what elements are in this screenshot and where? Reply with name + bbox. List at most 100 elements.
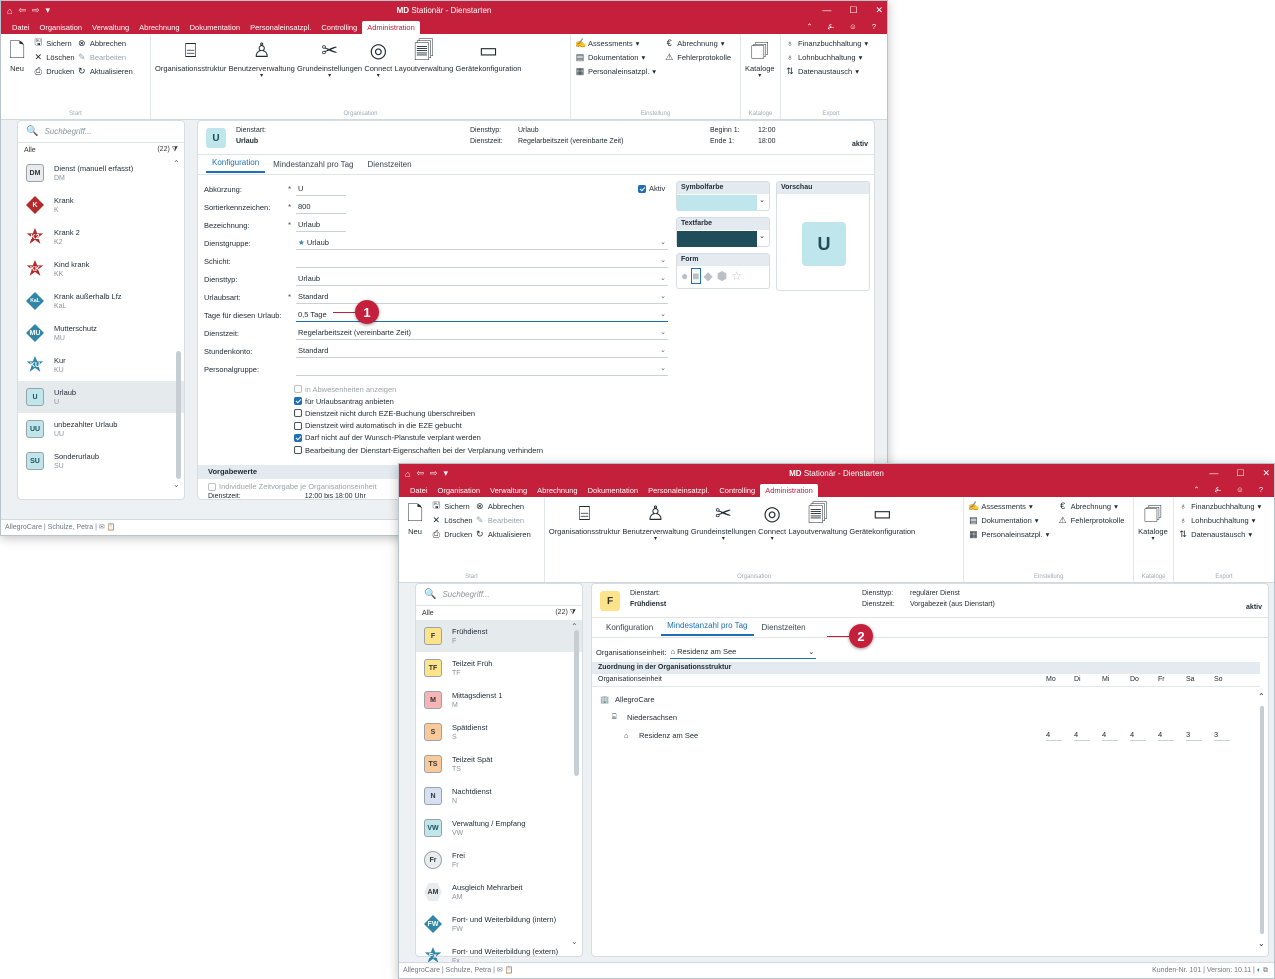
option-checkbox[interactable]: in Abwesenheiten anzeigen <box>294 383 396 395</box>
minimize-icon[interactable]: — <box>822 1 831 20</box>
scroll-up-icon[interactable]: ⌃ <box>1258 692 1265 701</box>
org-structure-button[interactable]: ⌸ Organisationsstruktur <box>155 36 226 73</box>
chevron-down-icon[interactable]: ⌄ <box>759 232 765 240</box>
cancel-button[interactable]: ⊗ Abbrechen <box>475 499 531 513</box>
list-item[interactable]: K Krank K <box>18 189 184 221</box>
notifications-icon[interactable]: ⍼ <box>823 20 840 33</box>
sync-icon[interactable]: ◐ <box>1257 967 1261 974</box>
list-item[interactable]: M Mittagsdienst 1 M <box>416 684 582 716</box>
edit-button[interactable]: ✎ Bearbeiten <box>77 50 133 64</box>
tab-dienstzeiten[interactable]: Dienstzeiten <box>756 620 812 636</box>
menu-abrechnung[interactable]: Abrechnung <box>134 21 184 34</box>
menu-personaleinsatzpl[interactable]: Personaleinsatzpl. <box>643 484 714 497</box>
print-button[interactable]: ⎙ Drucken <box>431 527 473 541</box>
count-input[interactable]: 4 <box>1158 729 1174 741</box>
option-checkbox[interactable]: Darf nicht auf der Wunsch-Planstufe verp… <box>294 432 481 444</box>
mail-icon[interactable]: ✉ <box>497 967 503 974</box>
help-icon[interactable]: ? <box>867 20 881 33</box>
data-exchange-button[interactable]: ⇅ Datenaustausch ▾ <box>785 64 877 78</box>
collapse-ribbon-icon[interactable]: ⌃ <box>1188 483 1204 496</box>
shape-diamond-icon[interactable]: ◆ <box>704 269 713 283</box>
error-log-button[interactable]: ⚠ Fehlerprotokolle <box>1058 513 1125 527</box>
documentation-button[interactable]: ▤ Dokumentation ▾ <box>968 513 1049 527</box>
menu-datei[interactable]: Datei <box>7 21 35 34</box>
layout-button[interactable]: 🗐 Layoutverwaltung <box>395 36 454 73</box>
menu-verwaltung[interactable]: Verwaltung <box>485 484 532 497</box>
staffing-button[interactable]: ▦ Personaleinsatzpl. ▾ <box>575 64 656 78</box>
list-item[interactable]: KaL Krank außerhalb Lfz KaL <box>18 285 184 317</box>
filter-icon[interactable]: ⧩ <box>172 146 178 153</box>
documentation-button[interactable]: ▤ Dokumentation ▾ <box>575 50 656 64</box>
stundenkonto-select[interactable]: Standard ⌄ <box>296 344 668 358</box>
notifications-icon[interactable]: ⍼ <box>1210 483 1227 496</box>
count-input[interactable]: 3 <box>1214 729 1230 741</box>
list-item[interactable]: TS Teilzeit Spät TS <box>416 748 582 780</box>
catalogs-button[interactable]: 🗇 Kataloge ▾ <box>745 36 775 80</box>
edit-button[interactable]: ✎ Bearbeiten <box>475 513 531 527</box>
billing-button[interactable]: € Abrechnung ▾ <box>664 36 731 50</box>
new-button[interactable]: 🗋 Neu <box>5 36 29 73</box>
abkuerzung-field[interactable]: U <box>296 182 346 196</box>
scroll-down-icon[interactable]: ⌄ <box>1258 939 1265 948</box>
assessments-button[interactable]: ✍ Assessments ▾ <box>575 36 656 50</box>
payroll-button[interactable]: ♁ Lohnbuchhaltung ▾ <box>785 50 877 64</box>
list-item[interactable]: Fr Frei Fr <box>416 844 582 876</box>
tab-mindestanzahl[interactable]: Mindestanzahl pro Tag <box>267 157 359 173</box>
textfarbe-swatch[interactable] <box>677 231 757 247</box>
data-exchange-button[interactable]: ⇅ Datenaustausch ▾ <box>1178 527 1270 541</box>
delete-button[interactable]: ✕ Löschen <box>431 513 472 527</box>
tree-row[interactable]: ⌂ Residenz am See 4 4 4 4 4 3 3 <box>592 726 1260 744</box>
count-input[interactable]: 3 <box>1186 729 1202 741</box>
tree-row[interactable]: 🏢 AllegroCare <box>592 690 1260 708</box>
scroll-down-icon[interactable]: ⌄ <box>571 937 578 946</box>
tab-konfiguration[interactable]: Konfiguration <box>600 620 659 636</box>
list-item[interactable]: S Spätdienst S <box>416 716 582 748</box>
diensttyp-select[interactable]: Urlaub ⌄ <box>296 272 668 286</box>
cancel-button[interactable]: ⊗ Abbrechen <box>77 36 133 50</box>
refresh-button[interactable]: ↻ Aktualisieren <box>475 527 531 541</box>
scroll-up-icon[interactable]: ⌃ <box>173 159 180 168</box>
smiley-icon[interactable]: ☺ <box>844 20 862 33</box>
menu-controlling[interactable]: Controlling <box>714 484 760 497</box>
clipboard-icon[interactable]: 📋 <box>107 524 116 531</box>
urlaubsart-select[interactable]: Standard ⌄ <box>296 290 668 304</box>
collapse-ribbon-icon[interactable]: ⌃ <box>801 20 817 33</box>
menu-personaleinsatzpl[interactable]: Personaleinsatzpl. <box>245 21 316 34</box>
print-button[interactable]: ⎙ Drucken <box>33 64 75 78</box>
user-management-button[interactable]: ♙ Benutzerverwaltung ▾ <box>622 499 688 543</box>
menu-administration[interactable]: Administration <box>760 484 818 497</box>
save-button[interactable]: 🖫 Sichern <box>33 36 74 50</box>
device-config-button[interactable]: ▭ Gerätekonfiguration <box>849 499 915 536</box>
list-item[interactable]: FW Fort- und Weiterbildung (intern) FW <box>416 908 582 940</box>
smiley-icon[interactable]: ☺ <box>1231 483 1249 496</box>
shape-square-icon[interactable]: ■ <box>691 268 701 284</box>
close-icon[interactable]: ✕ <box>875 1 883 20</box>
connect-button[interactable]: ◎ Connect ▾ <box>758 499 786 543</box>
shape-hexagon-icon[interactable]: ⬢ <box>717 269 727 283</box>
menu-organisation[interactable]: Organisation <box>433 484 486 497</box>
finance-button[interactable]: ♁ Finanzbuchhaltung ▾ <box>785 36 877 50</box>
list-item[interactable]: TF Teilzeit Früh TF <box>416 652 582 684</box>
dienstzeit-select[interactable]: Regelarbeitszeit (vereinbarte Zeit) ⌄ <box>296 326 668 340</box>
catalogs-button[interactable]: 🗇 Kataloge ▾ <box>1138 499 1168 543</box>
list-item[interactable]: K2 Krank 2 K2 <box>18 221 184 253</box>
list-item[interactable]: U Urlaub U <box>18 381 184 413</box>
layout-button[interactable]: 🗐 Layoutverwaltung <box>788 499 847 536</box>
menu-administration[interactable]: Administration <box>362 21 420 34</box>
org-unit-select[interactable]: ⌂ Residenz am See ⌄ <box>670 645 817 659</box>
tab-konfiguration[interactable]: Konfiguration <box>206 155 266 173</box>
tab-dienstzeiten[interactable]: Dienstzeiten <box>362 157 418 173</box>
tab-mindestanzahl[interactable]: Mindestanzahl pro Tag <box>661 618 754 636</box>
list-item[interactable]: F Frühdienst F <box>416 620 582 652</box>
list-item[interactable]: N Nachtdienst N <box>416 780 582 812</box>
search-input[interactable]: 🔍 Suchbegriff... <box>18 121 184 143</box>
menu-organisation[interactable]: Organisation <box>35 21 88 34</box>
settings-button[interactable]: ✂ Grundeinstellungen ▾ <box>297 36 362 80</box>
schicht-select[interactable]: ⌄ <box>296 254 668 268</box>
symbolfarbe-swatch[interactable] <box>677 195 757 211</box>
error-log-button[interactable]: ⚠ Fehlerprotokolle <box>664 50 731 64</box>
user-management-button[interactable]: ♙ Benutzerverwaltung ▾ <box>229 36 295 80</box>
maximize-icon[interactable]: ☐ <box>1236 464 1244 483</box>
search-input[interactable]: 🔍 Suchbegriff... <box>416 584 582 606</box>
settings-button[interactable]: ✂ Grundeinstellungen ▾ <box>691 499 756 543</box>
